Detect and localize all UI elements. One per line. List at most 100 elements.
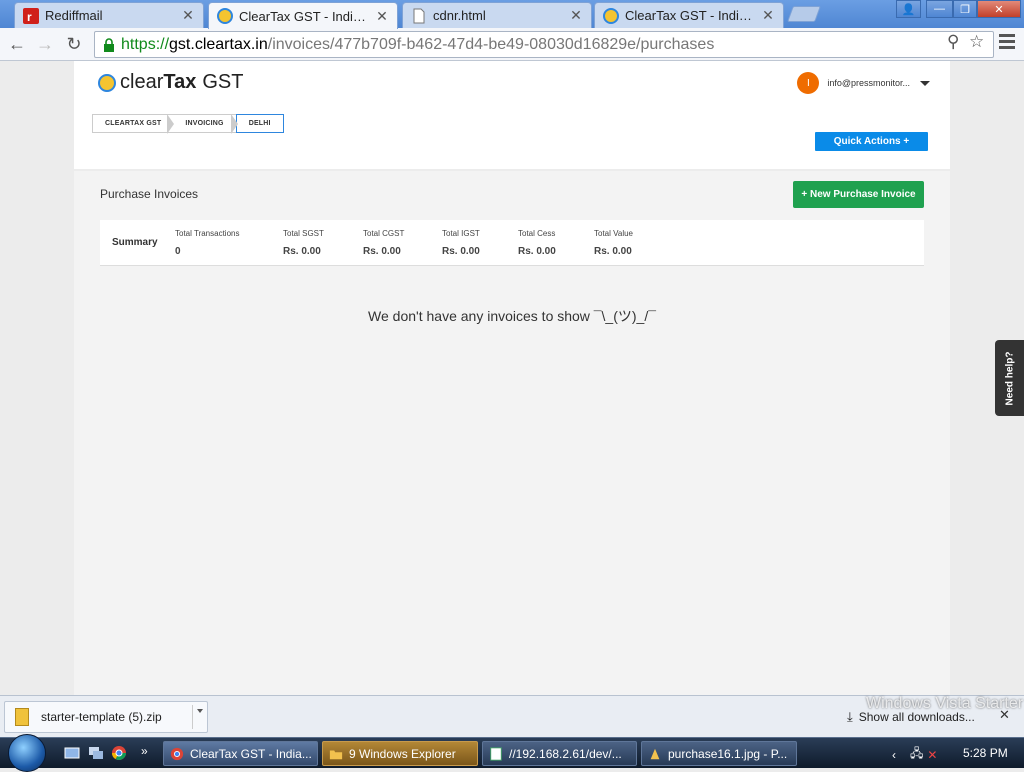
download-item[interactable]: starter-template (5).zip	[4, 701, 208, 733]
start-button[interactable]	[8, 734, 46, 772]
taskbar-item-remote[interactable]: //192.168.2.61/dev/...	[482, 741, 637, 766]
chrome-icon[interactable]	[111, 745, 127, 761]
stat-total-transactions: Total Transactions 0	[175, 229, 239, 257]
taskbar-item-chrome[interactable]: ClearTax GST - India...	[163, 741, 318, 766]
page-viewport: clear Tax GST CLEARTAX GST INVOICING DELHI…	[0, 61, 1024, 695]
avatar: I	[797, 72, 820, 94]
stat-value: Rs. 0.00	[363, 246, 401, 257]
paint-icon	[650, 748, 660, 759]
show-desktop-icon[interactable]	[64, 745, 80, 761]
task-label: //192.168.2.61/dev/...	[509, 746, 622, 761]
tab-cleartax-active[interactable]: ClearTax GST - India's first ✕	[208, 2, 398, 29]
maximize-button[interactable]: ❐	[953, 0, 977, 18]
show-all-downloads-link[interactable]: ⤓ Show all downloads...	[847, 709, 975, 725]
download-shelf: starter-template (5).zip ⤓ Show all down…	[0, 695, 1024, 737]
logo-icon	[98, 73, 116, 92]
zip-file-icon	[15, 708, 29, 726]
download-arrow-icon: ⤓	[847, 709, 853, 724]
summary-bar: Summary Total Transactions 0 Total SGST …	[100, 220, 924, 266]
stat-total-cess: Total Cess Rs. 0.00	[518, 229, 556, 257]
window-close-button[interactable]: ✕	[977, 0, 1021, 18]
chevron-down-icon	[920, 80, 930, 86]
browser-toolbar: ← → ↻ https://gst.cleartax.in/invoices/4…	[0, 28, 1024, 61]
clock[interactable]: 5:28 PM	[963, 746, 1008, 760]
user-menu[interactable]: I info@pressmonitor...	[797, 72, 930, 94]
quicklaunch-overflow-icon[interactable]: »	[141, 744, 148, 758]
cleartax-logo[interactable]: clear Tax GST	[98, 71, 243, 94]
tab-cleartax-2[interactable]: ClearTax GST - India's first ✕	[594, 2, 784, 28]
show-all-label: Show all downloads...	[858, 710, 975, 724]
network-icon[interactable]: 🖧	[910, 744, 923, 765]
cleartax-icon	[603, 7, 619, 24]
breadcrumb-item-current[interactable]: DELHI	[230, 114, 284, 134]
new-purchase-invoice-button[interactable]: + New Purchase Invoice	[793, 181, 924, 208]
tab-title: ClearTax GST - India's first	[239, 8, 371, 24]
taskbar-item-explorer[interactable]: 9 Windows Explorer	[322, 741, 478, 766]
tab-title: Rediffmail	[45, 8, 103, 23]
task-label: ClearTax GST - India...	[190, 746, 312, 761]
quick-actions-button[interactable]: Quick Actions +	[815, 132, 928, 151]
stat-total-igst: Total IGST Rs. 0.00	[442, 229, 480, 257]
reload-button[interactable]: ↻	[63, 33, 85, 55]
url-path: /invoices/477b709f-b462-47d4-be49-08030d…	[267, 35, 715, 53]
lock-icon	[104, 37, 114, 52]
stat-key: Total Value	[594, 229, 633, 238]
stat-value: Rs. 0.00	[442, 246, 480, 257]
zoom-icon[interactable]: ⚲	[947, 32, 959, 52]
download-filename: starter-template (5).zip	[41, 710, 162, 724]
logo-text-light: clear	[120, 71, 164, 93]
url-host: gst.cleartax.in	[169, 35, 268, 53]
empty-state-message: We don't have any invoices to show ¯\_(ツ…	[368, 308, 656, 324]
summary-label: Summary	[112, 237, 158, 248]
tab-title: ClearTax GST - India's first	[625, 8, 757, 23]
close-icon[interactable]: ✕	[569, 7, 583, 24]
breadcrumb: CLEARTAX GST INVOICING DELHI	[92, 114, 284, 134]
system-tray: ‹ 🖧 ✕	[892, 744, 937, 765]
chevron-down-icon[interactable]	[197, 709, 203, 713]
close-icon[interactable]: ✕	[181, 7, 195, 24]
close-icon[interactable]: ✕	[761, 7, 775, 24]
back-button[interactable]: ←	[6, 33, 28, 55]
close-icon[interactable]: ✕	[375, 8, 389, 25]
browser-tabstrip: r Rediffmail ✕ ClearTax GST - India's fi…	[0, 0, 1024, 29]
folder-icon	[329, 750, 343, 759]
stat-value: Rs. 0.00	[594, 246, 632, 257]
new-tab-button[interactable]	[787, 6, 821, 22]
chrome-icon	[170, 747, 184, 760]
task-label: 9 Windows Explorer	[349, 746, 456, 761]
tab-title: cdnr.html	[433, 8, 486, 23]
stat-total-cgst: Total CGST Rs. 0.00	[363, 229, 404, 257]
url-scheme: https://	[121, 35, 170, 53]
stat-key: Total IGST	[442, 229, 480, 238]
menu-icon[interactable]	[999, 34, 1015, 52]
forward-button[interactable]: →	[34, 33, 56, 55]
stat-value: Rs. 0.00	[518, 246, 556, 257]
minimize-button[interactable]: —	[926, 0, 953, 18]
need-help-label: Need help?	[1004, 351, 1015, 405]
breadcrumb-item[interactable]: CLEARTAX GST	[93, 115, 173, 132]
stat-value: 0	[175, 246, 181, 257]
tab-cdnr[interactable]: cdnr.html ✕	[402, 2, 592, 28]
windows-taskbar: » ClearTax GST - India... 9 Windows Expl…	[0, 734, 1024, 772]
user-icon[interactable]: 👤	[896, 0, 921, 18]
stat-key: Total SGST	[283, 229, 324, 238]
stat-key: Total Transactions	[175, 229, 240, 238]
purchase-invoices-panel: Purchase Invoices + New Purchase Invoice…	[74, 171, 950, 695]
breadcrumb-item[interactable]: INVOICING	[167, 114, 235, 134]
app-header: clear Tax GST CLEARTAX GST INVOICING DELHI…	[74, 61, 950, 169]
page-icon	[413, 8, 425, 23]
page-title: Purchase Invoices	[100, 187, 199, 201]
tray-expand-icon[interactable]: ‹	[892, 748, 896, 762]
switch-windows-icon[interactable]	[88, 745, 104, 761]
divider	[192, 705, 193, 729]
close-icon[interactable]: ✕	[999, 707, 1010, 723]
taskbar-item-paint[interactable]: purchase16.1.jpg - P...	[641, 741, 797, 766]
stat-total-sgst: Total SGST Rs. 0.00	[283, 229, 324, 257]
need-help-tab[interactable]: Need help?	[995, 340, 1024, 416]
stat-key: Total CGST	[363, 229, 405, 238]
task-label: purchase16.1.jpg - P...	[668, 746, 788, 761]
volume-muted-icon[interactable]: ✕	[927, 748, 937, 762]
bookmark-star-icon[interactable]: ☆	[969, 32, 984, 52]
address-bar[interactable]: https://gst.cleartax.in/invoices/477b709…	[94, 31, 994, 58]
tab-rediffmail[interactable]: r Rediffmail ✕	[14, 2, 204, 28]
